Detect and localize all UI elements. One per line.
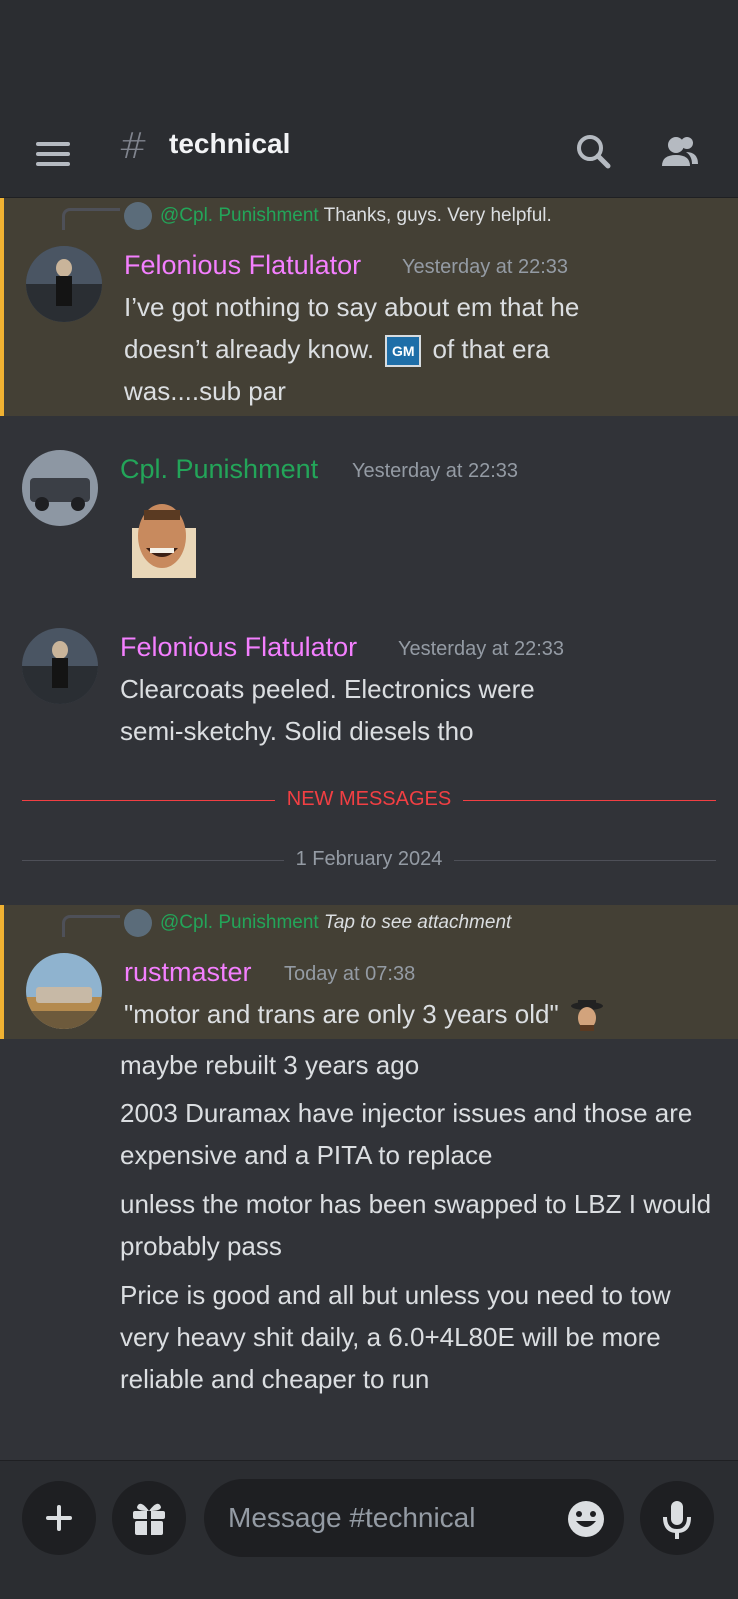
timestamp: Yesterday at 22:33 (398, 638, 565, 660)
message-followup: maybe rebuilt 3 years ago (120, 1050, 420, 1080)
message-input[interactable] (204, 1479, 624, 1557)
reply-preview[interactable]: @Cpl. Punishment Tap to see attachment (124, 909, 511, 937)
new-messages-label: NEW MESSAGES (0, 788, 738, 811)
avatar[interactable] (22, 450, 98, 526)
reply-connector (62, 208, 120, 230)
gift-button[interactable] (112, 1481, 186, 1555)
add-attachment-button[interactable] (22, 1481, 96, 1555)
avatar[interactable] (26, 246, 102, 322)
voice-message-button[interactable] (640, 1481, 714, 1555)
timestamp: Today at 07:38 (284, 963, 416, 985)
reply-avatar (124, 909, 152, 937)
reply-preview[interactable]: @Cpl. Punishment Thanks, guys. Very help… (124, 202, 552, 230)
message-text: Clearcoats peeled. Electronics were semi… (120, 674, 535, 746)
microphone-icon (663, 1501, 691, 1539)
reply-connector (62, 915, 120, 937)
message-text: I’ve got nothing to say about em that he… (124, 292, 580, 406)
avatar[interactable] (22, 628, 98, 704)
message-composer (0, 1460, 738, 1599)
author-name[interactable]: Cpl. Punishment (120, 454, 318, 485)
message-cpl-punishment[interactable]: Cpl. Punishment Yesterday at 22:33 (0, 440, 738, 590)
heisenberg-emoji[interactable] (570, 998, 604, 1034)
gift-icon (133, 1503, 165, 1535)
channel-header: # technical (0, 110, 738, 198)
emoji-icon[interactable] (566, 1499, 606, 1539)
message-followup: Price is good and all but unless you nee… (120, 1280, 671, 1394)
channel-hash-icon: # (118, 126, 149, 167)
plus-icon (46, 1505, 72, 1531)
message-rustmaster[interactable]: @Cpl. Punishment Tap to see attachment r… (0, 905, 738, 1039)
laughing-man-sticker[interactable] (132, 488, 196, 578)
avatar[interactable] (26, 953, 102, 1029)
menu-icon[interactable] (34, 134, 74, 174)
gm-emoji[interactable]: GM (385, 335, 422, 368)
message-felonious-1[interactable]: @Cpl. Punishment Thanks, guys. Very help… (0, 198, 738, 416)
status-bar (0, 0, 738, 110)
message-text: "motor and trans are only 3 years old" (124, 993, 724, 1035)
author-name[interactable]: Felonious Flatulator (124, 250, 361, 281)
channel-name[interactable]: technical (169, 128, 290, 160)
message-felonious-2[interactable]: Felonious Flatulator Yesterday at 22:33 … (0, 620, 738, 746)
reply-avatar (124, 202, 152, 230)
members-icon[interactable] (654, 126, 706, 178)
search-icon[interactable] (568, 126, 620, 178)
timestamp: Yesterday at 22:33 (352, 460, 519, 482)
author-name[interactable]: Felonious Flatulator (120, 632, 357, 663)
message-followup: 2003 Duramax have injector issues and th… (120, 1098, 693, 1170)
message-followup: unless the motor has been swapped to LBZ… (120, 1189, 712, 1261)
author-name[interactable]: rustmaster (124, 957, 252, 988)
date-label: 1 February 2024 (0, 848, 738, 871)
timestamp: Yesterday at 22:33 (402, 256, 569, 278)
